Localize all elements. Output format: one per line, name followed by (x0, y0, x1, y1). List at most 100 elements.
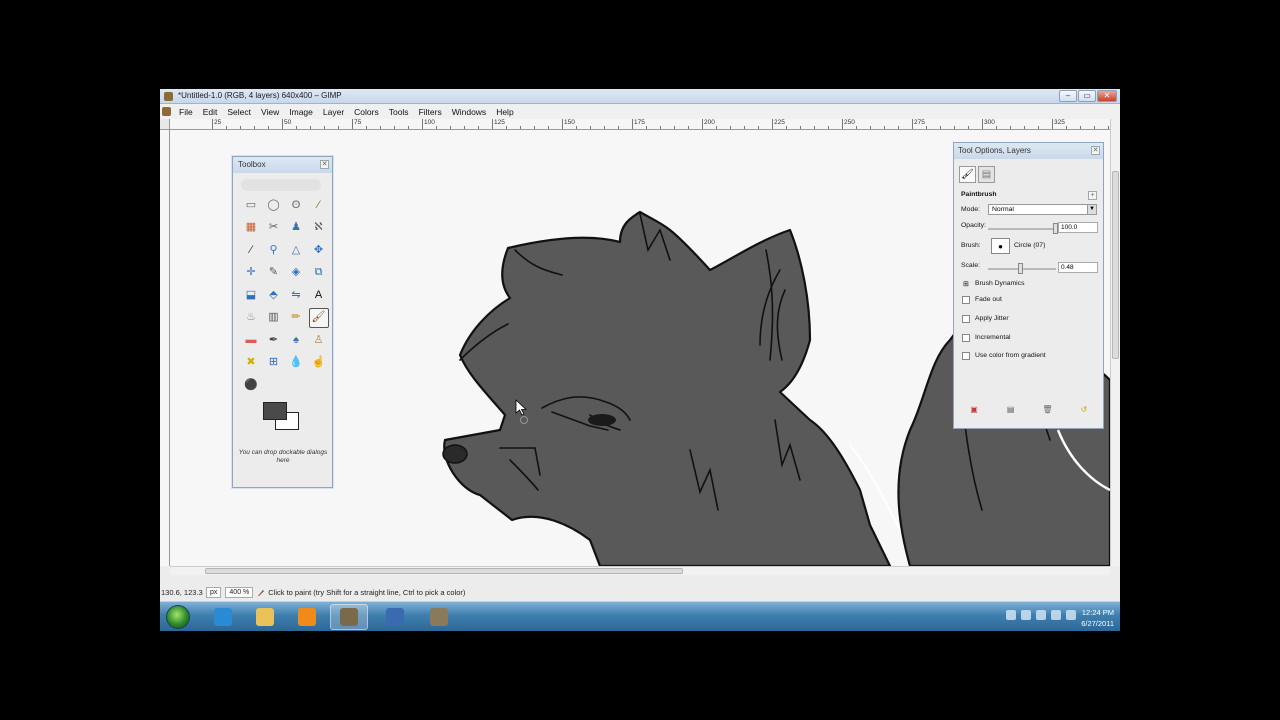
fuzzy-select-icon[interactable]: ⁄ (309, 195, 329, 215)
toolbox-close-icon[interactable]: ✕ (320, 160, 329, 169)
taskbar-ie[interactable] (204, 604, 242, 630)
ink-icon[interactable]: ♠ (286, 330, 306, 350)
restore-preset-icon[interactable]: ▤ (1006, 405, 1016, 415)
menu-help[interactable]: Help (491, 107, 518, 117)
menu-layer[interactable]: Layer (318, 107, 349, 117)
airbrush-icon[interactable]: ✒ (264, 330, 284, 350)
menu-image[interactable]: Image (284, 107, 318, 117)
taskbar-clock[interactable]: 12:24 PM 6/27/2011 (1081, 607, 1114, 629)
paintbrush-icon[interactable]: 🖌 (308, 307, 329, 328)
ruler-corner[interactable] (160, 119, 170, 130)
clone-icon[interactable]: ♙ (309, 330, 329, 350)
gradient-color-checkbox[interactable] (962, 352, 970, 360)
apply-jitter-checkbox[interactable] (962, 315, 970, 323)
menu-select[interactable]: Select (222, 107, 256, 117)
menu-colors[interactable]: Colors (349, 107, 384, 117)
delete-preset-icon[interactable]: 🗑 (1042, 405, 1052, 415)
tool-options-title[interactable]: Tool Options, Layers (954, 143, 1103, 159)
horizontal-scroll-thumb[interactable] (205, 568, 683, 574)
minimize-button[interactable]: – (1059, 90, 1077, 102)
pencil-icon[interactable]: ✏ (286, 308, 306, 328)
ruler-label: 150 (564, 119, 575, 126)
taskbar-media-player[interactable] (288, 604, 326, 630)
flip-icon[interactable]: ⇋ (286, 285, 306, 305)
menu-edit[interactable]: Edit (198, 107, 223, 117)
vertical-scrollbar[interactable] (1110, 119, 1120, 566)
menu-file[interactable]: File (174, 107, 198, 117)
tab-layers[interactable]: ▤ (978, 166, 995, 183)
menu-filters[interactable]: Filters (414, 107, 447, 117)
paths-icon[interactable]: ℵ (309, 218, 329, 238)
color-picker-icon[interactable]: ⁄ (241, 240, 261, 260)
unit-select[interactable]: px (206, 587, 222, 598)
window-title: *Untitled-1.0 (RGB, 4 layers) 640x400 – … (178, 91, 342, 100)
scale-slider-knob[interactable] (1017, 263, 1023, 274)
perspective-icon[interactable]: ⬘ (264, 285, 284, 305)
tray-app-icon[interactable] (1021, 610, 1031, 620)
horizontal-ruler[interactable]: 25 50 75 100 125 150 175 200 225 250 275 300 325 (170, 119, 1110, 130)
smudge-icon[interactable]: ☝ (309, 353, 329, 373)
blur-icon[interactable]: 💧 (286, 353, 306, 373)
ellipse-select-icon[interactable]: ◯ (264, 195, 284, 215)
rotate-icon[interactable]: ◈ (286, 263, 306, 283)
taskbar-explorer[interactable] (246, 604, 284, 630)
reset-options-icon[interactable]: + (1088, 191, 1097, 200)
reset-preset-icon[interactable]: ↺ (1079, 405, 1089, 415)
gimp-icon (340, 608, 358, 626)
toolbox-title[interactable]: Toolbox (233, 157, 332, 173)
tray-network-icon[interactable] (1066, 610, 1076, 620)
rect-select-icon[interactable]: ▭ (241, 195, 261, 215)
move-icon[interactable]: ✥ (309, 240, 329, 260)
taskbar-screen-recorder[interactable] (376, 604, 414, 630)
menu-windows[interactable]: Windows (447, 107, 491, 117)
ruler-label: 275 (914, 119, 925, 126)
select-by-color-icon[interactable]: ▦ (241, 218, 261, 238)
zoom-select[interactable]: 400 % (225, 587, 254, 598)
measure-icon[interactable]: △ (286, 240, 306, 260)
system-tray (1006, 610, 1076, 620)
perspective-clone-icon[interactable]: ⊞ (264, 353, 284, 373)
crop-icon[interactable]: ✎ (264, 263, 284, 283)
incremental-checkbox[interactable] (962, 334, 970, 342)
save-preset-icon[interactable]: ▣ (969, 405, 979, 415)
scissors-select-icon[interactable]: ✂ (264, 218, 284, 238)
blend-icon[interactable]: ▥ (264, 308, 284, 328)
opacity-slider[interactable] (988, 228, 1056, 230)
dodge-burn-icon[interactable]: ⚫ (241, 375, 261, 395)
menu-view[interactable]: View (256, 107, 284, 117)
tool-options-close-icon[interactable]: ✕ (1091, 146, 1100, 155)
zoom-icon[interactable]: ⚲ (264, 240, 284, 260)
foreground-select-icon[interactable]: ♟ (286, 218, 306, 238)
tray-security-icon[interactable] (1036, 610, 1046, 620)
free-select-icon[interactable]: ʘ (286, 195, 306, 215)
brush-dynamics-label[interactable]: Brush Dynamics (975, 280, 1024, 287)
scale-spinbox[interactable]: 0.48 (1058, 262, 1098, 273)
menu-tools[interactable]: Tools (384, 107, 414, 117)
text-icon[interactable]: A (309, 285, 329, 305)
brush-preview[interactable]: ● (991, 238, 1010, 254)
close-button[interactable]: ✕ (1097, 90, 1117, 102)
eraser-icon[interactable]: ▬ (241, 330, 261, 350)
taskbar-paint-tool[interactable] (420, 604, 458, 630)
taskbar-gimp[interactable] (330, 604, 368, 630)
tray-volume-icon[interactable] (1051, 610, 1061, 620)
maximize-button[interactable]: ▭ (1078, 90, 1096, 102)
fade-out-checkbox[interactable] (962, 296, 970, 304)
tab-tool-options[interactable]: 🖌 (959, 166, 976, 183)
heal-icon[interactable]: ✖ (241, 353, 261, 373)
scale-icon[interactable]: ⧉ (309, 263, 329, 283)
horizontal-scrollbar[interactable] (170, 566, 1110, 575)
vertical-scroll-thumb[interactable] (1112, 171, 1119, 359)
image-menu-icon[interactable] (162, 107, 171, 116)
bucket-fill-icon[interactable]: ♨ (241, 308, 261, 328)
opacity-spinbox[interactable]: 100.0 (1058, 222, 1098, 233)
align-icon[interactable]: ✛ (241, 263, 261, 283)
shear-icon[interactable]: ⬓ (241, 285, 261, 305)
tray-arrow-icon[interactable] (1006, 610, 1016, 620)
expander-arrow-icon[interactable]: ⊞ (963, 280, 969, 288)
ruler-label: 125 (494, 119, 505, 126)
mode-select[interactable]: Normal ▼ (988, 204, 1097, 215)
foreground-color[interactable] (263, 402, 287, 420)
vertical-ruler[interactable] (160, 130, 170, 566)
start-button[interactable] (166, 605, 190, 629)
